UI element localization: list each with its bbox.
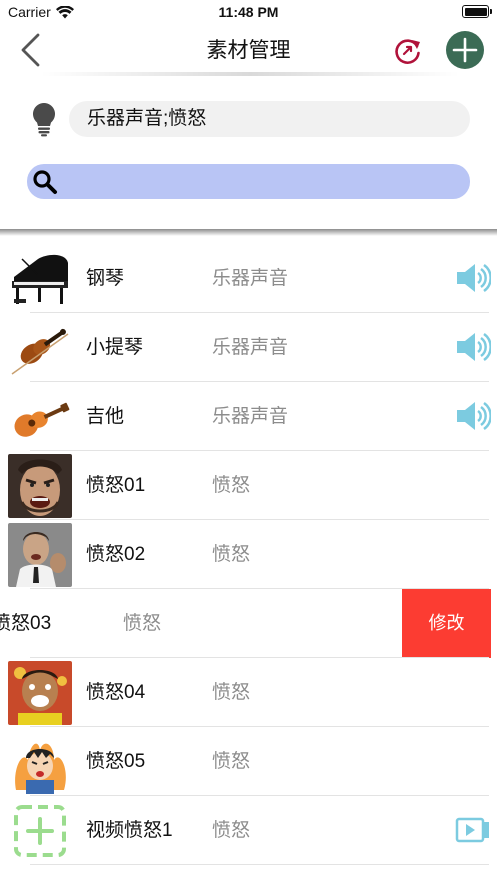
item-category: 愤怒 <box>123 613 162 634</box>
speaker-icon[interactable] <box>455 331 491 363</box>
angry-boy-cartoon-icon <box>8 730 72 794</box>
guitar-icon <box>8 385 72 449</box>
list-item[interactable]: 愤怒02 愤怒 <box>0 520 497 589</box>
speaker-icon[interactable] <box>455 262 491 294</box>
search-icon <box>33 170 57 194</box>
header-shadow <box>0 229 497 236</box>
add-button[interactable] <box>446 31 484 69</box>
item-name: 小提琴 <box>86 337 144 358</box>
battery-icon <box>462 5 492 18</box>
violin-icon <box>8 316 72 380</box>
video-icon[interactable] <box>455 814 491 846</box>
item-name: 视频愤怒1 <box>86 820 173 841</box>
plus-icon <box>452 37 478 63</box>
angry-cartoon-icon <box>8 661 72 725</box>
item-name: 愤怒01 <box>86 475 146 496</box>
tag-filter-field[interactable]: 乐器声音;愤怒 <box>69 101 470 137</box>
angry-face-photo <box>8 454 72 518</box>
list-item[interactable]: 视频愤怒1 愤怒 <box>0 796 497 865</box>
lightbulb-icon <box>32 102 56 137</box>
item-name: 吉他 <box>86 406 125 427</box>
search-bar[interactable] <box>27 164 470 199</box>
refresh-icon[interactable] <box>393 36 423 66</box>
status-time: 11:48 PM <box>218 4 279 20</box>
list-item-swiped[interactable]: 愤怒03 愤怒 修改 <box>0 589 497 658</box>
item-name: 愤怒02 <box>86 544 146 565</box>
item-category: 乐器声音 <box>212 337 289 358</box>
status-bar: Carrier 11:48 PM <box>0 0 497 26</box>
item-name: 愤怒05 <box>86 751 146 772</box>
item-name-text: 愤怒03 <box>0 613 52 634</box>
item-category: 愤怒 <box>212 820 251 841</box>
row-divider <box>30 864 489 865</box>
list-item[interactable]: 愤怒05 愤怒 <box>0 727 497 796</box>
item-category: 愤怒 <box>212 682 251 703</box>
item-name: 愤怒04 <box>86 682 146 703</box>
item-name: 钢琴 <box>86 268 125 289</box>
item-name: 愤怒03 <box>0 589 51 658</box>
nav-bar: 素材管理 <box>0 26 497 74</box>
list-item[interactable]: 愤怒04 愤怒 <box>0 658 497 727</box>
list-item[interactable]: 小提琴 乐器声音 <box>0 313 497 382</box>
item-category: 愤怒 <box>212 544 251 565</box>
material-list: 钢琴 乐器声音 小提琴 乐器声音 吉他 乐器声音 愤怒01 愤怒 愤怒02 愤怒… <box>0 244 497 865</box>
angry-man-photo <box>8 523 72 587</box>
speaker-icon[interactable] <box>455 400 491 432</box>
piano-icon <box>8 247 72 311</box>
list-item[interactable]: 钢琴 乐器声音 <box>0 244 497 313</box>
list-item[interactable]: 吉他 乐器声音 <box>0 382 497 451</box>
add-placeholder-icon <box>8 799 72 863</box>
nav-divider <box>40 72 460 76</box>
list-item[interactable]: 愤怒01 愤怒 <box>0 451 497 520</box>
item-category: 愤怒 <box>212 751 251 772</box>
item-category: 愤怒 <box>212 475 251 496</box>
item-category: 乐器声音 <box>212 268 289 289</box>
search-input[interactable] <box>65 164 460 199</box>
item-category: 乐器声音 <box>212 406 289 427</box>
edit-button[interactable]: 修改 <box>402 589 491 658</box>
